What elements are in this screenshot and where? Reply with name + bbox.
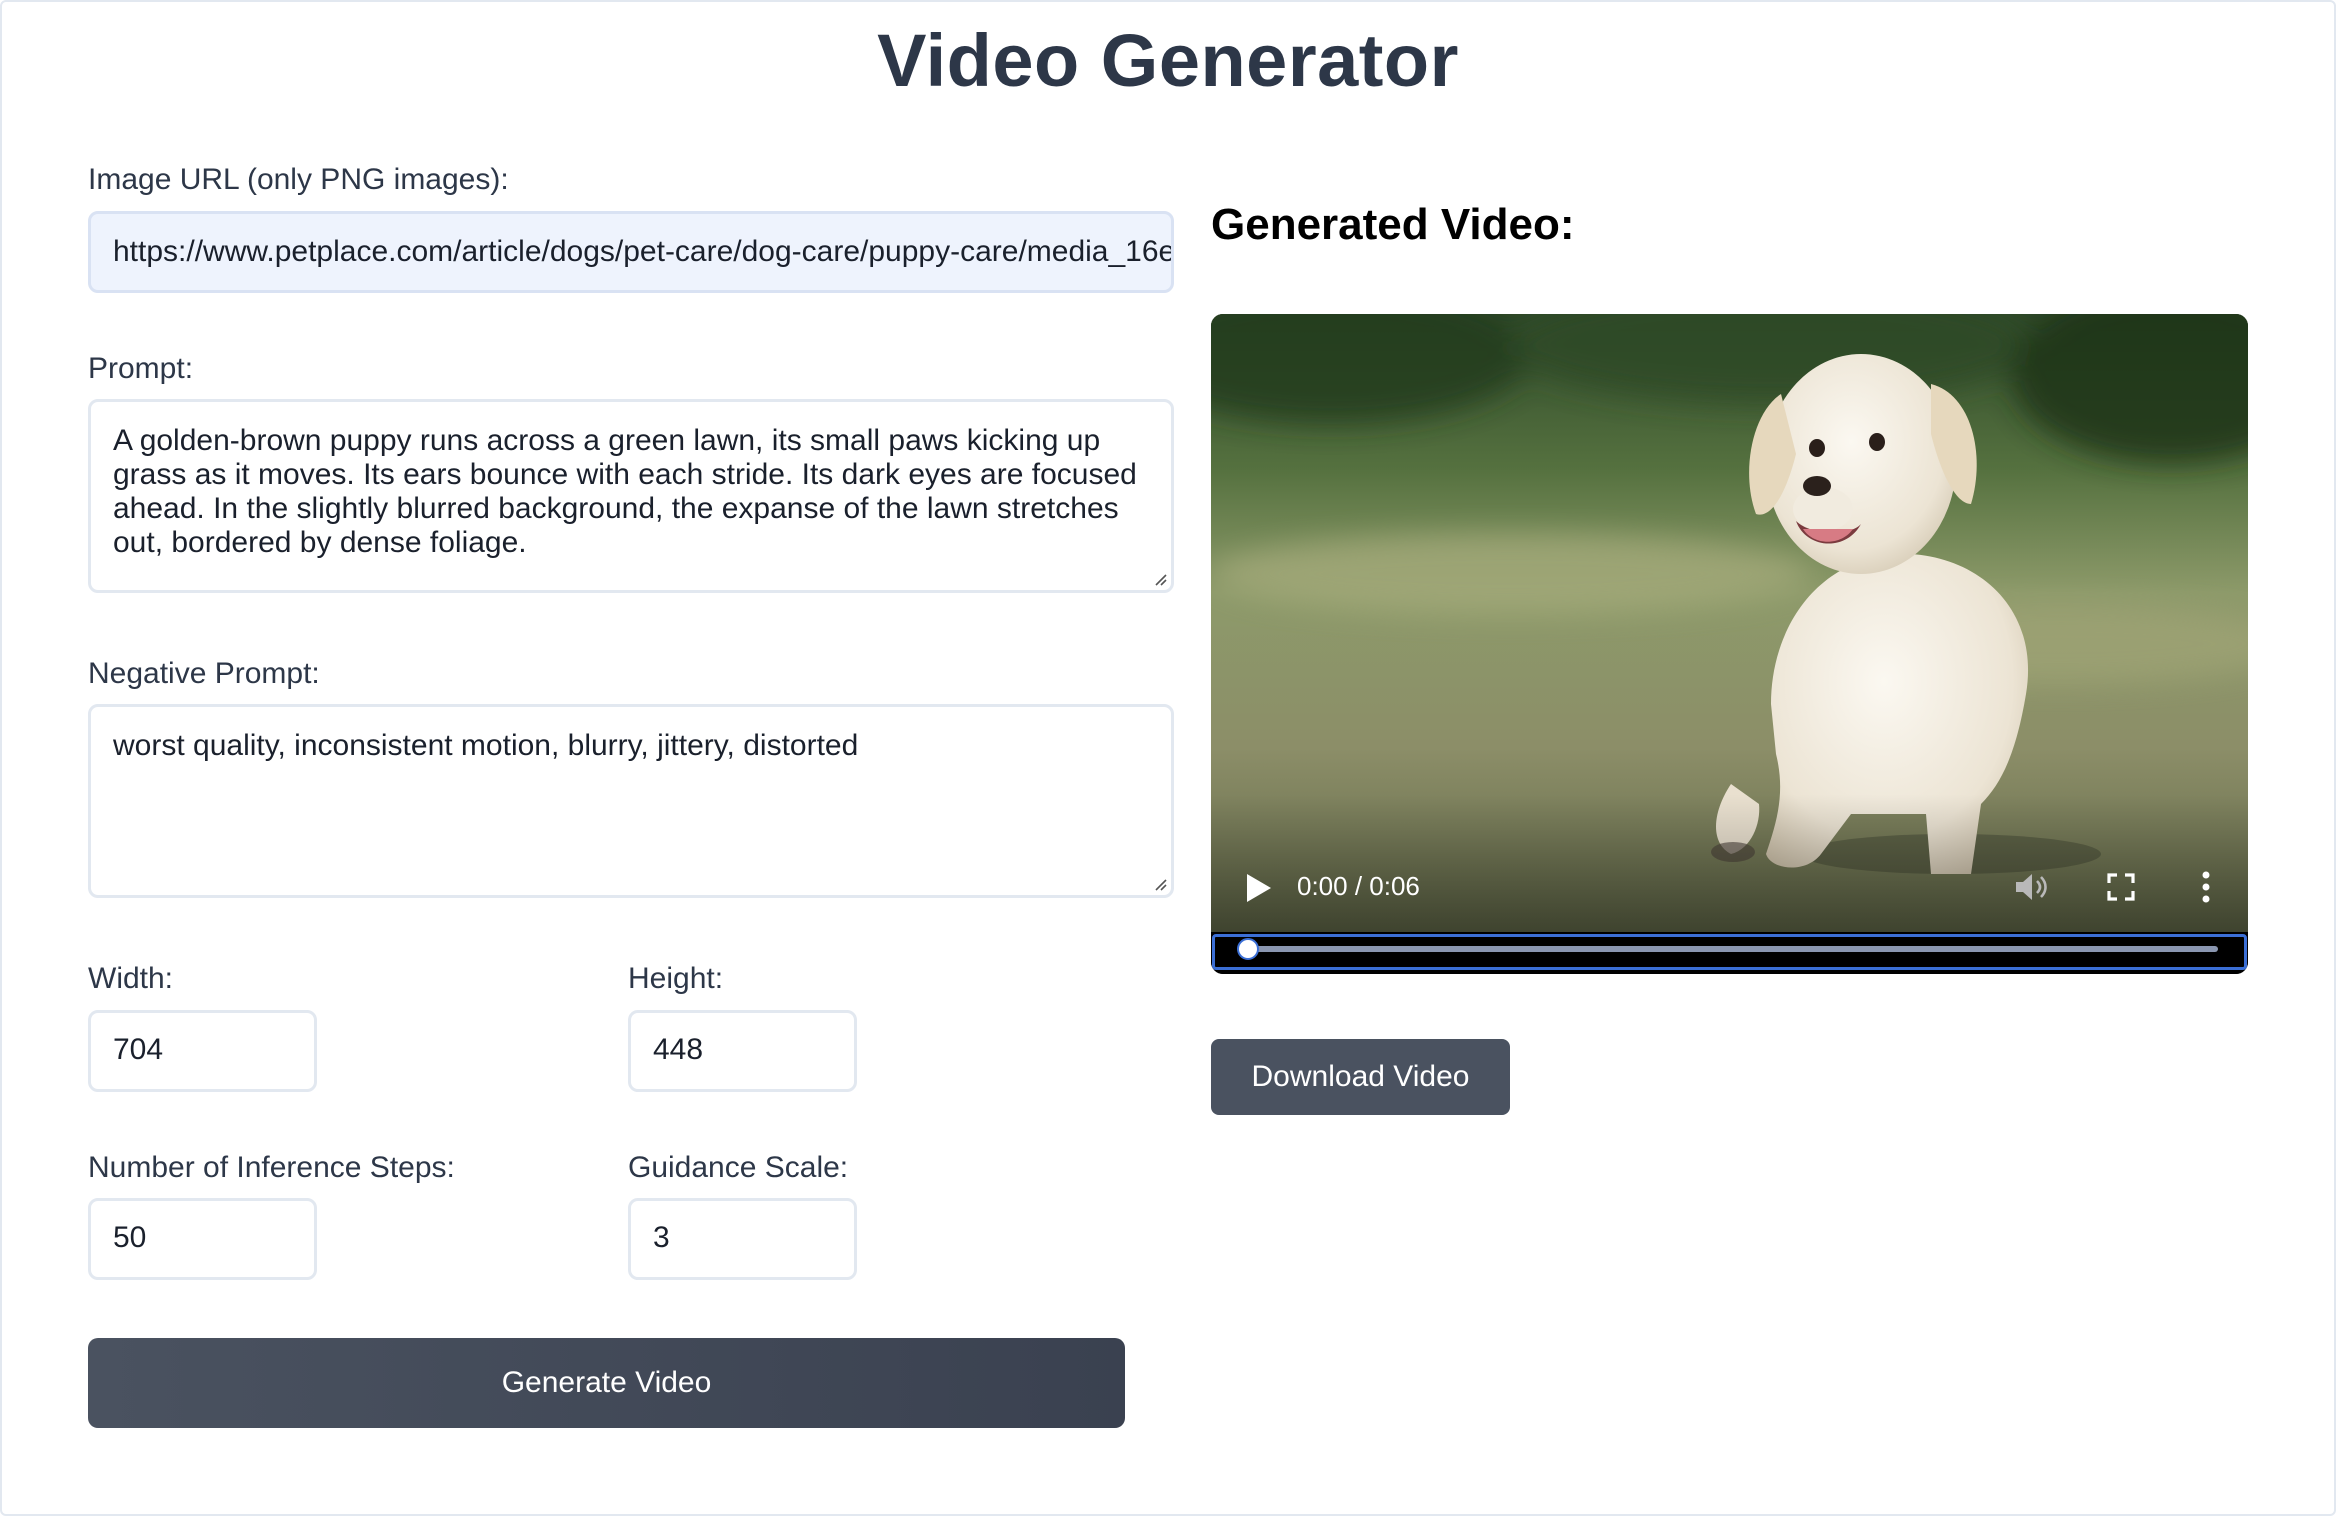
progress-track[interactable]	[1249, 946, 2218, 952]
play-icon[interactable]	[1243, 872, 1273, 904]
width-input[interactable]: 704	[88, 1010, 317, 1092]
prompt-label: Prompt:	[88, 352, 194, 385]
width-label: Width:	[88, 962, 174, 995]
guidance-scale-input[interactable]: 3	[628, 1198, 857, 1280]
generate-video-button[interactable]: Generate Video	[88, 1338, 1125, 1428]
image-url-input[interactable]: https://www.petplace.com/article/dogs/pe…	[88, 211, 1174, 293]
video-player[interactable]: 0:00 / 0:06	[1211, 314, 2248, 974]
height-label: Height:	[628, 962, 724, 995]
more-vertical-icon[interactable]	[2200, 870, 2212, 904]
prompt-textarea[interactable]: A golden-brown puppy runs across a green…	[88, 399, 1174, 593]
height-input[interactable]: 448	[628, 1010, 857, 1092]
volume-icon[interactable]	[2014, 870, 2050, 904]
video-progress-bar[interactable]	[1211, 932, 2248, 974]
inference-steps-label: Number of Inference Steps:	[88, 1151, 455, 1184]
focus-ring	[1212, 934, 2247, 970]
video-time: 0:00 / 0:06	[1297, 871, 1420, 901]
download-video-button[interactable]: Download Video	[1211, 1039, 1510, 1115]
page-title: Video Generator	[877, 19, 1459, 102]
guidance-scale-label: Guidance Scale:	[628, 1151, 849, 1184]
inference-steps-input[interactable]: 50	[88, 1198, 317, 1280]
generated-video-heading: Generated Video:	[1211, 200, 1575, 249]
controls-overlay	[1211, 794, 2248, 934]
resize-grip-icon[interactable]	[1151, 875, 1167, 891]
negative-prompt-textarea[interactable]: worst quality, inconsistent motion, blur…	[88, 704, 1174, 898]
prompt-text: A golden-brown puppy runs across a green…	[113, 424, 1137, 559]
negative-prompt-text: worst quality, inconsistent motion, blur…	[113, 729, 859, 762]
image-url-label: Image URL (only PNG images):	[88, 163, 509, 196]
resize-grip-icon[interactable]	[1151, 570, 1167, 586]
negative-prompt-label: Negative Prompt:	[88, 657, 320, 690]
fullscreen-icon[interactable]	[2106, 872, 2136, 902]
progress-thumb[interactable]	[1237, 938, 1259, 960]
